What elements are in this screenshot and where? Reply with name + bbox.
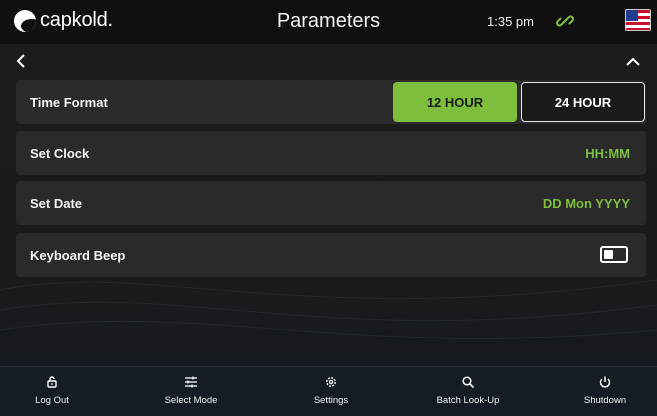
batch-look-up-label: Batch Look-Up [436,395,500,406]
select-mode-label: Select Mode [164,395,218,406]
parameters-screen: capkold. Parameters 1:35 pm Time Format … [0,0,657,416]
settings-label: Settings [313,395,349,406]
settings-button[interactable]: Settings [281,375,381,406]
toggle-knob [604,250,613,259]
top-bar: capkold. Parameters 1:35 pm [0,0,657,44]
keyboard-beep-row: Keyboard Beep [16,233,646,277]
log-out-button[interactable]: Log Out [2,375,102,406]
power-icon [599,376,611,388]
set-clock-value[interactable]: HH:MM [585,146,630,161]
time-format-row: Time Format 12 HOUR 24 HOUR [16,80,646,124]
keyboard-beep-toggle[interactable] [600,246,628,263]
set-date-value[interactable]: DD Mon YYYY [543,196,630,211]
bottom-nav-bar: Log Out Select Mode Settings Batch Look-… [0,366,657,416]
clock-time: 1:35 pm [487,14,534,29]
select-mode-button[interactable]: Select Mode [141,375,241,406]
collapse-chevron-up-icon[interactable] [623,53,643,73]
search-icon [462,376,475,389]
log-out-icon [47,376,57,388]
gear-icon [326,377,336,387]
time-format-12-hour-button[interactable]: 12 HOUR [393,82,517,122]
us-flag-language-icon[interactable] [625,9,651,31]
navigation-row [0,50,657,74]
time-format-label: Time Format [30,94,108,110]
set-date-label: Set Date [30,195,83,211]
link-connected-icon [556,15,574,27]
set-clock-row[interactable]: Set Clock HH:MM [16,131,646,175]
set-date-row[interactable]: Set Date DD Mon YYYY [16,181,646,225]
time-format-24-hour-button[interactable]: 24 HOUR [521,82,645,122]
back-chevron-icon[interactable] [12,51,32,71]
shutdown-label: Shutdown [583,395,627,406]
shutdown-button[interactable]: Shutdown [555,375,655,406]
set-clock-label: Set Clock [30,145,90,161]
sliders-icon [185,376,197,388]
batch-look-up-button[interactable]: Batch Look-Up [418,375,518,406]
log-out-label: Log Out [35,395,69,406]
keyboard-beep-label: Keyboard Beep [30,247,126,263]
